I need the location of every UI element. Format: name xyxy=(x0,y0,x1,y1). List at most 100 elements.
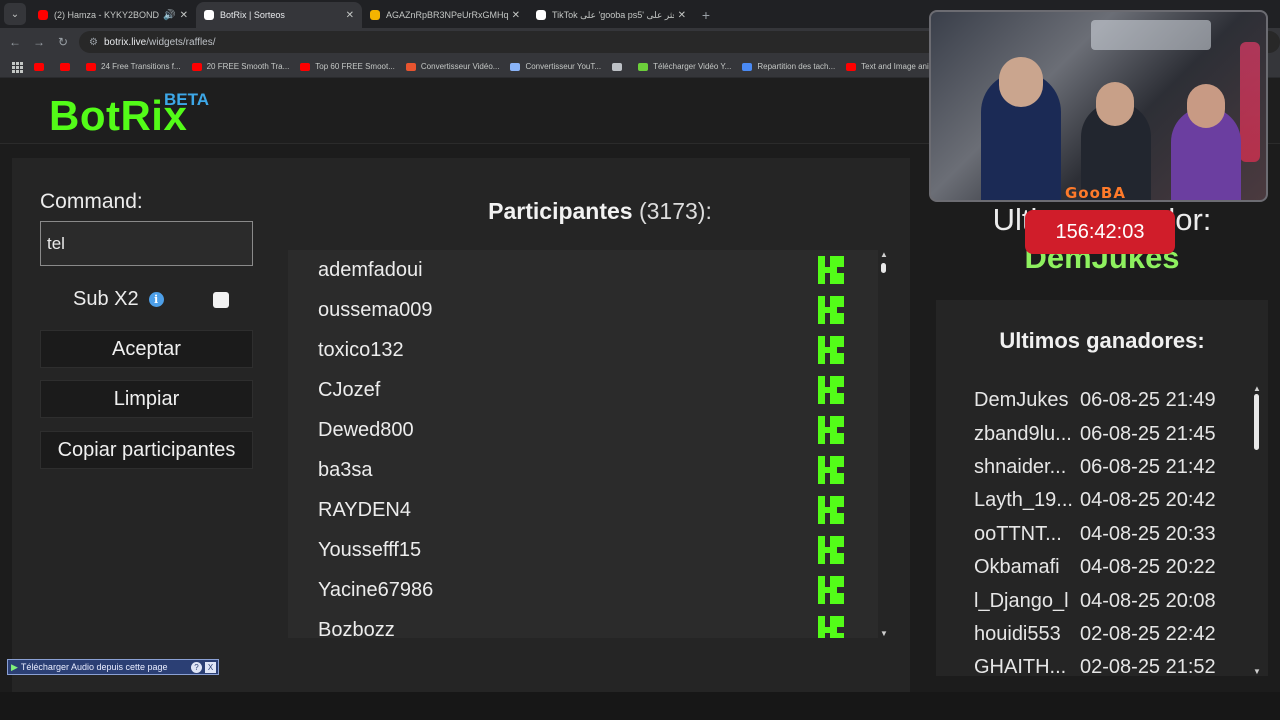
scrollbar-thumb[interactable] xyxy=(1254,394,1259,450)
apps-grid-icon[interactable] xyxy=(12,61,23,73)
bookmark-item[interactable]: Repartition des tach... xyxy=(742,62,835,71)
browser-tab[interactable]: TikTok على 'gooba ps5' اعثر على ✕ xyxy=(528,2,694,28)
accept-button[interactable]: Aceptar xyxy=(40,330,253,368)
participant-name: oussema009 xyxy=(318,298,433,321)
bookmark-favicon-icon xyxy=(34,62,44,71)
winner-date: 04-08-25 20:22 xyxy=(1080,556,1216,579)
winner-name: GHAITH... xyxy=(974,656,1067,676)
help-icon[interactable]: ? xyxy=(191,661,202,673)
webcam-overlay: GooBA xyxy=(929,10,1268,202)
sub-x2-row: Sub X2 i xyxy=(73,288,164,311)
bookmark-item[interactable]: Text and Image ani... xyxy=(846,62,935,71)
beta-badge: BETA xyxy=(164,90,210,109)
bookmark-label: Télécharger Vidéo Y... xyxy=(653,62,732,71)
tab-close-icon[interactable]: ✕ xyxy=(512,10,520,21)
site-info-icon[interactable]: ⚙ xyxy=(89,37,98,48)
tab-close-icon[interactable]: ✕ xyxy=(678,10,686,21)
participant-row: Yacine67986 xyxy=(288,570,878,610)
winner-name: shnaider... xyxy=(974,455,1067,478)
tab-favicon-icon xyxy=(204,10,214,20)
kick-logo-icon xyxy=(818,296,844,324)
winner-row: DemJukes 06-08-25 21:49 xyxy=(974,384,1254,417)
bookmark-favicon-icon xyxy=(60,62,70,71)
forward-arrow-icon[interactable]: → xyxy=(27,30,51,54)
close-icon[interactable]: X xyxy=(205,661,216,673)
browser-tab[interactable]: BotRix | Sorteos ✕ xyxy=(196,2,362,28)
streamer-head xyxy=(999,57,1043,107)
url-path: /widgets/raffles/ xyxy=(146,36,216,48)
scrollbar-thumb[interactable] xyxy=(881,263,886,273)
reload-icon[interactable]: ↻ xyxy=(51,30,75,54)
scroll-up-arrow-icon[interactable]: ▲ xyxy=(1253,384,1261,393)
tab-favicon-icon xyxy=(38,10,48,20)
participant-row: oussema009 xyxy=(288,290,878,330)
audio-icon[interactable]: 🔊 xyxy=(163,10,175,21)
sub-x2-label: Sub X2 xyxy=(73,288,139,310)
bookmark-favicon-icon xyxy=(300,62,311,71)
bookmark-item[interactable]: 24 Free Transitions f... xyxy=(86,62,181,71)
download-audio-bar[interactable]: ▶ Télécharger Audio depuis cette page ? … xyxy=(7,659,219,675)
bookmark-favicon-icon xyxy=(405,62,416,71)
new-tab-plus-icon[interactable]: + xyxy=(694,2,718,28)
copy-participants-button[interactable]: Copiar participantes xyxy=(40,431,253,469)
winner-row: shnaider... 06-08-25 21:42 xyxy=(974,451,1254,484)
back-arrow-icon[interactable]: ← xyxy=(3,30,27,54)
participants-scrollbar[interactable]: ▲ ▼ xyxy=(878,250,890,638)
winner-date: 06-08-25 21:42 xyxy=(1080,455,1216,478)
bookmark-item[interactable]: 20 FREE Smooth Tra... xyxy=(191,62,289,71)
winner-date: 06-08-25 21:45 xyxy=(1080,422,1216,445)
winner-date: 04-08-25 20:33 xyxy=(1080,522,1216,545)
tab-favicon-icon xyxy=(536,10,546,20)
command-input[interactable] xyxy=(40,221,253,266)
scroll-down-arrow-icon[interactable]: ▼ xyxy=(1253,667,1261,676)
winners-scrollbar[interactable]: ▲ ▼ xyxy=(1252,384,1262,676)
bookmark-favicon-icon xyxy=(638,62,649,71)
participant-name: Dewed800 xyxy=(318,418,414,441)
bookmark-item[interactable] xyxy=(34,62,49,71)
participant-name: ademfadoui xyxy=(318,258,423,281)
bookmark-item[interactable] xyxy=(60,62,75,71)
participants-list[interactable]: ademfadoui oussema009 toxico132 CJozef Dewed… xyxy=(288,250,878,638)
play-icon: ▶ xyxy=(11,661,18,672)
tab-close-icon[interactable]: ✕ xyxy=(346,10,354,21)
clear-button[interactable]: Limpiar xyxy=(40,380,253,418)
kick-logo-icon xyxy=(818,536,844,564)
bookmark-label: Top 60 FREE Smoot... xyxy=(315,62,395,71)
neon-light xyxy=(1240,42,1260,162)
bookmark-item[interactable]: Télécharger Vidéo Y... xyxy=(638,62,731,71)
kick-logo-icon xyxy=(818,336,844,364)
participant-name: Bozbozz xyxy=(318,618,395,639)
tab-close-icon[interactable]: ✕ xyxy=(180,10,188,21)
winner-name: ooTTNT... xyxy=(974,522,1062,545)
kick-logo-icon xyxy=(818,576,844,604)
tab-title: AGAZnRpBR3NPeUrRxGMHqG xyxy=(386,10,508,20)
participant-row: ademfadoui xyxy=(288,250,878,290)
sub-x2-checkbox[interactable] xyxy=(213,292,229,308)
winner-date: 02-08-25 22:42 xyxy=(1080,622,1216,645)
participant-row: RAYDEN4 xyxy=(288,490,878,530)
winner-row: GHAITH... 02-08-25 21:52 xyxy=(974,651,1254,676)
bookmark-favicon-icon xyxy=(742,62,753,71)
bookmark-label: Convertisseur Vidéo... xyxy=(420,62,500,71)
winner-date: 02-08-25 21:52 xyxy=(1080,656,1216,676)
browser-tab[interactable]: (2) Hamza - KYKY2BONDY 🔊 ✕ xyxy=(30,2,196,28)
bookmark-item[interactable]: Convertisseur Vidéo... xyxy=(405,62,500,71)
url-host: botrix.live xyxy=(103,36,147,48)
winner-name: houidi553 xyxy=(974,622,1061,645)
info-icon[interactable]: i xyxy=(148,292,164,307)
bookmark-item[interactable] xyxy=(612,62,627,71)
bookmark-item[interactable]: Convertisseur YouT... xyxy=(510,62,601,71)
bookmark-item[interactable]: Top 60 FREE Smoot... xyxy=(300,62,395,71)
winners-list[interactable]: DemJukes 06-08-25 21:49 zband9lu... 06-08-2… xyxy=(974,384,1254,676)
tab-search-chevron-icon[interactable]: ⌄ xyxy=(4,3,26,25)
scroll-up-arrow-icon[interactable]: ▲ xyxy=(880,250,888,259)
participant-name: Yacine67986 xyxy=(318,578,434,601)
scroll-down-arrow-icon[interactable]: ▼ xyxy=(880,629,888,638)
download-audio-label[interactable]: Télécharger Audio depuis cette page xyxy=(21,662,168,672)
browser-tab[interactable]: AGAZnRpBR3NPeUrRxGMHqG ✕ xyxy=(362,2,528,28)
stream-logo: GooBA xyxy=(1065,184,1126,202)
winner-name: Layth_19... xyxy=(974,489,1073,512)
kick-logo-icon xyxy=(818,416,844,444)
winners-title: Ultimos ganadores: xyxy=(999,328,1205,353)
tab-title: TikTok على 'gooba ps5' اعثر على xyxy=(552,9,674,20)
